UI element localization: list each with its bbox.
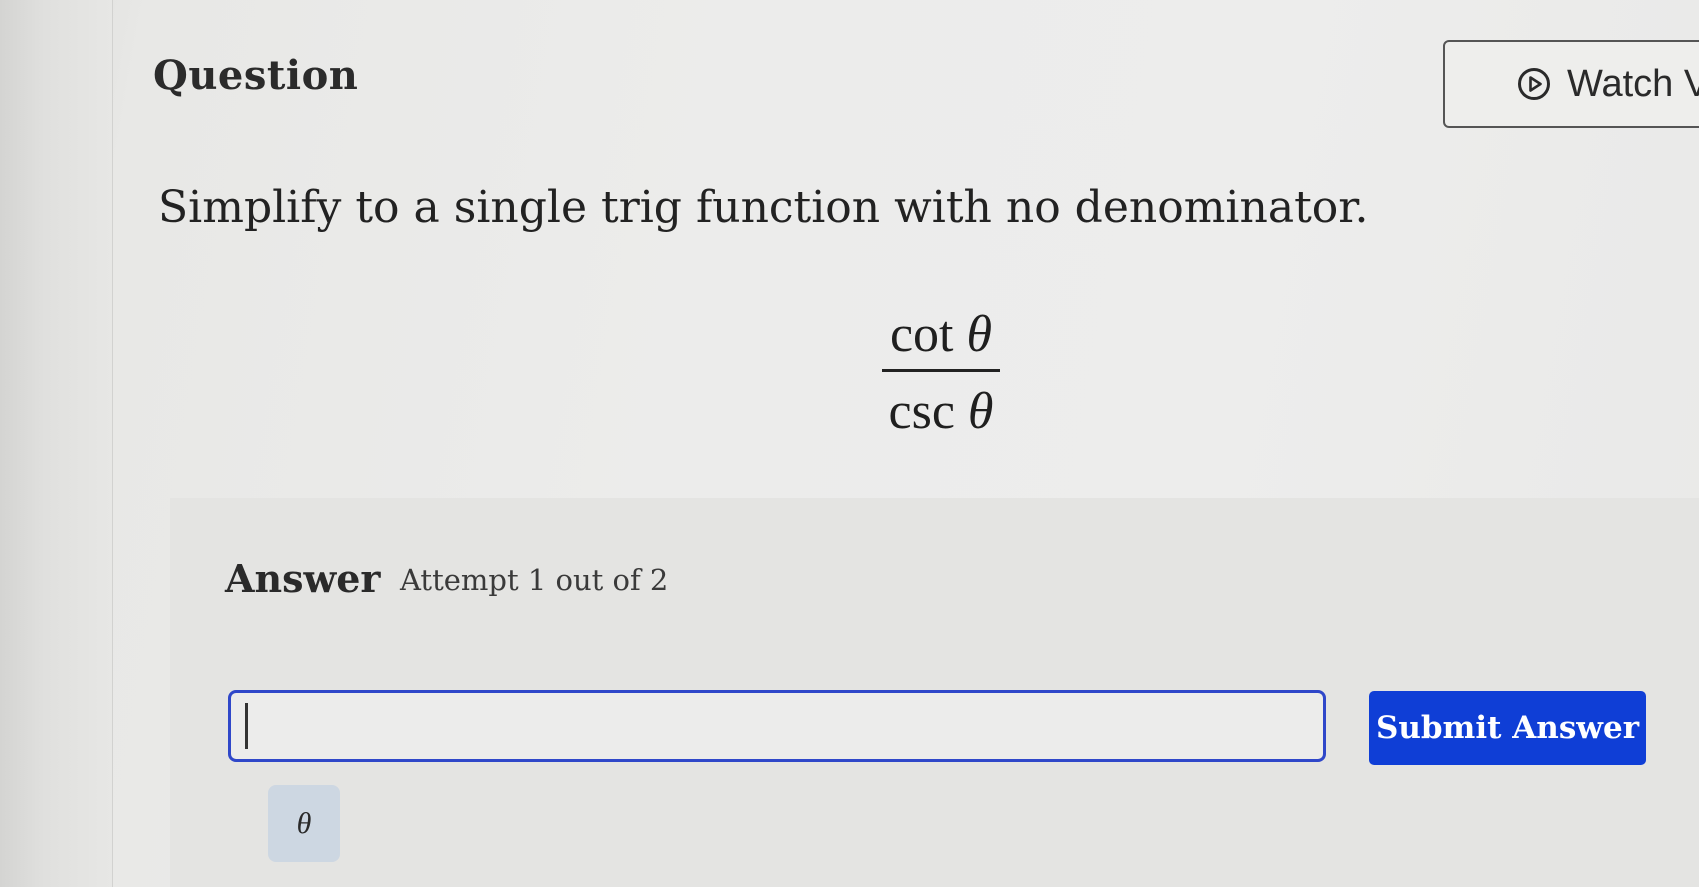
fraction-bar [882,369,1000,372]
denominator-variable: θ [967,383,994,440]
watch-video-label: Watch V [1567,62,1699,105]
left-rail [0,0,113,887]
denominator-function: csc [888,383,955,440]
page-title: Question [153,52,359,99]
numerator-function: cot [889,306,954,363]
fraction-denominator: csc θ [882,382,1000,442]
play-circle-icon [1518,68,1550,100]
fraction-numerator: cot θ [882,305,1000,365]
question-prompt: Simplify to a single trig function with … [158,182,1369,233]
screen: Question Watch V Simplify to a single tr… [0,0,1699,887]
text-caret [245,703,248,749]
theta-symbol-button[interactable]: θ [268,785,340,862]
answer-input[interactable] [228,690,1326,762]
submit-answer-button[interactable]: Submit Answer [1369,691,1646,765]
attempt-counter: Attempt 1 out of 2 [400,563,669,597]
watch-video-button[interactable]: Watch V [1443,40,1699,128]
trig-fraction: cot θ csc θ [882,305,1000,442]
numerator-variable: θ [966,306,993,363]
answer-label: Answer [225,556,381,601]
